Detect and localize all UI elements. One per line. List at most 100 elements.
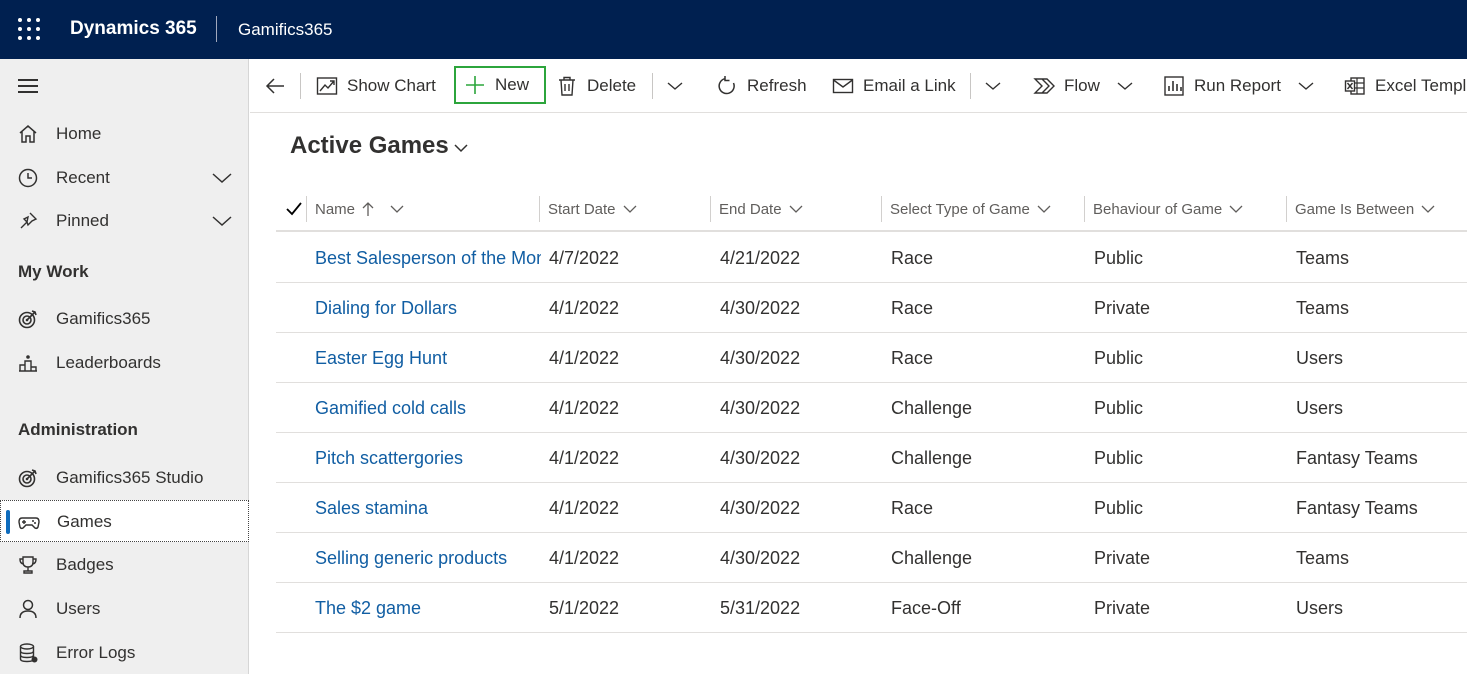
cell-start-date: 4/1/2022 [549,498,620,518]
chevron-down-icon [1117,82,1133,90]
cell-end-date: 4/30/2022 [720,548,801,568]
record-name-link[interactable]: The $2 game [315,583,541,633]
table-row[interactable]: Selling generic products 4/1/2022 4/30/202… [276,533,1467,583]
sidebar-item-error-logs[interactable]: Error Logs [0,632,249,674]
table-row[interactable]: Pitch scattergories 4/1/2022 4/30/2022 Chal… [276,433,1467,483]
sidebar-item-recent[interactable]: Recent [0,157,249,199]
sidebar-item-label: Gamifics365 Studio [56,468,204,487]
email-icon [832,78,854,94]
table-row[interactable]: Best Salesperson of the Month 4/7/2022 4/2… [276,233,1467,283]
table-row[interactable]: Sales stamina 4/1/2022 4/30/2022 Race Public… [276,483,1467,533]
cell-game-is-between: Fantasy Teams [1296,448,1418,468]
more-email-options-button[interactable] [984,67,1002,105]
back-button[interactable] [264,67,286,105]
show-chart-button[interactable]: Show Chart [316,67,436,105]
chevron-down-icon [667,82,683,90]
table-row[interactable]: Easter Egg Hunt 4/1/2022 4/30/2022 Race Publ… [276,333,1467,383]
section-title-administration: Administration [18,420,138,439]
record-name-link[interactable]: Gamified cold calls [315,383,541,433]
command-separator [970,73,971,99]
cell-game-is-between: Teams [1296,248,1350,268]
pin-icon [20,212,38,229]
cell-start-date: 4/1/2022 [549,298,620,318]
sidebar-item-users[interactable]: Users [0,588,249,630]
cell-end-date: 4/30/2022 [720,298,801,318]
chevron-down-icon[interactable] [211,211,233,231]
column-header-start-date[interactable]: Start Date [539,188,710,230]
cell-end-date: 4/30/2022 [720,498,801,518]
view-selector-chevron-icon[interactable] [452,139,470,157]
flow-button[interactable]: Flow [1033,67,1134,105]
sidebar-item-gamifics365[interactable]: Gamifics365 [0,298,249,340]
sidebar-item-gamifics365-studio[interactable]: Gamifics365 Studio [0,457,249,499]
new-button[interactable]: New [454,66,546,104]
command-bar: Show Chart New Delete Refresh Email a Li… [250,59,1467,113]
brand-title[interactable]: Dynamics 365 [70,18,197,40]
sidebar-item-label: Games [57,512,112,531]
flow-label: Flow [1064,76,1100,95]
cell-behaviour: Public [1094,498,1144,518]
column-header-behaviour-of-game[interactable]: Behaviour of Game [1084,188,1286,230]
chevron-down-icon[interactable] [211,168,233,188]
sidebar-item-leaderboards[interactable]: Leaderboards [0,342,249,384]
show-chart-label: Show Chart [347,76,436,95]
report-icon [1164,76,1184,96]
chevron-down-icon [985,82,1001,90]
chevron-down-icon [1298,82,1314,90]
sidebar-item-label: Recent [56,168,110,187]
table-row[interactable]: The $2 game 5/1/2022 5/31/2022 Face-Off Priv… [276,583,1467,633]
column-header-name[interactable]: Name [306,188,538,230]
cell-type-of-game: Challenge [891,398,973,418]
back-arrow-icon [265,78,284,94]
delete-button[interactable]: Delete [556,67,636,105]
sidebar-item-label: Pinned [56,211,109,230]
column-header-type-of-game[interactable]: Select Type of Game [881,188,1084,230]
view-title[interactable]: Active Games [290,132,449,160]
record-name-link[interactable]: Dialing for Dollars [315,283,541,333]
select-all-checkmark-icon[interactable] [285,200,303,218]
column-header-label: End Date [719,200,782,218]
refresh-button[interactable]: Refresh [716,67,807,105]
email-link-button[interactable]: Email a Link [832,67,956,105]
column-header-label: Behaviour of Game [1093,200,1223,218]
cell-type-of-game: Race [891,348,934,368]
column-header-game-is-between[interactable]: Game Is Between [1286,188,1467,230]
header-divider [216,16,217,42]
column-separator [539,196,540,222]
cell-game-is-between: Users [1296,598,1344,618]
cell-behaviour: Public [1094,348,1144,368]
sidebar-item-games[interactable]: Games [0,500,249,542]
clock-icon [18,168,38,188]
table-row[interactable]: Gamified cold calls 4/1/2022 4/30/2022 Chal… [276,383,1467,433]
table-row[interactable]: Dialing for Dollars 4/1/2022 4/30/2022 Race… [276,283,1467,333]
sidebar-item-pinned[interactable]: Pinned [0,200,249,242]
cell-start-date: 4/1/2022 [549,398,620,418]
record-name-link[interactable]: Pitch scattergories [315,433,541,483]
record-name-link[interactable]: Best Salesperson of the Month [315,233,541,283]
cell-start-date: 5/1/2022 [549,598,620,618]
excel-templates-button[interactable]: Excel Templates [1344,67,1467,105]
sidebar-item-label: Error Logs [56,643,136,662]
sidebar-item-label: Users [56,599,101,618]
cell-type-of-game: Challenge [891,448,973,468]
run-report-label: Run Report [1194,76,1281,95]
column-header-end-date[interactable]: End Date [710,188,881,230]
record-name-link[interactable]: Easter Egg Hunt [315,333,541,383]
run-report-button[interactable]: Run Report [1163,67,1315,105]
sidebar-item-badges[interactable]: Badges [0,544,249,586]
delete-label: Delete [587,76,637,95]
cell-start-date: 4/1/2022 [549,548,620,568]
hamburger-menu-icon[interactable] [18,79,38,93]
sidebar-item-home[interactable]: Home [0,113,249,155]
cell-start-date: 4/1/2022 [549,448,620,468]
cell-start-date: 4/1/2022 [549,348,620,368]
more-delete-options-button[interactable] [666,67,684,105]
record-name-link[interactable]: Selling generic products [315,533,541,583]
cell-behaviour: Public [1094,448,1144,468]
grid-header: Name Start Date End Date Select Type of … [276,188,1467,232]
app-launcher-icon[interactable] [18,18,40,40]
app-name[interactable]: Gamifics365 [238,20,332,40]
home-icon [19,125,37,143]
record-name-link[interactable]: Sales stamina [315,483,541,533]
column-header-label: Start Date [548,200,616,218]
